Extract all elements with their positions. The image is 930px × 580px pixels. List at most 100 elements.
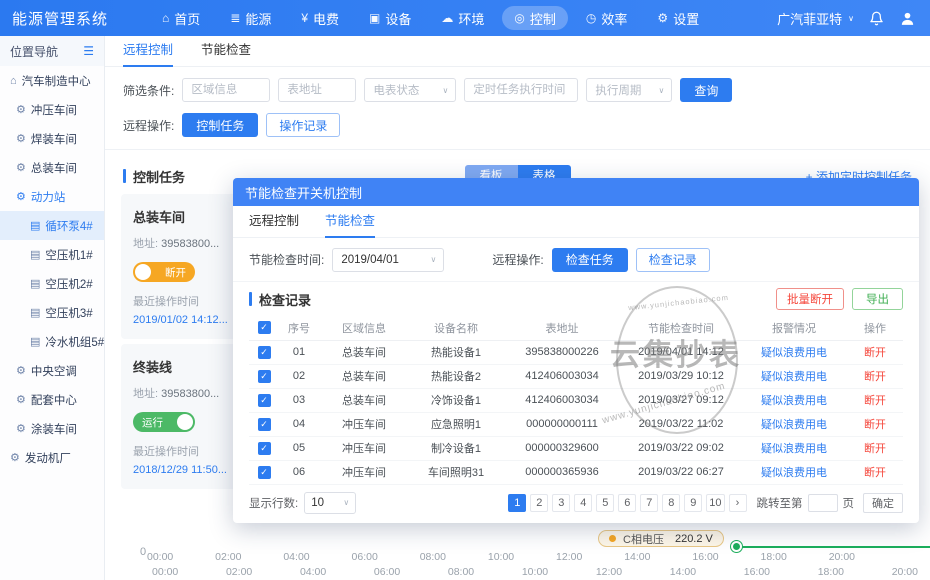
nav-energy[interactable]: ≣ 能源 — [218, 6, 283, 30]
meter-address-input[interactable] — [278, 78, 356, 102]
row-checkbox[interactable]: ✓ — [258, 346, 271, 359]
disconnect-action[interactable]: 断开 — [847, 388, 903, 412]
alarm-link[interactable]: 疑似浪费用电 — [741, 412, 847, 436]
disconnect-action[interactable]: 断开 — [847, 460, 903, 484]
page-button[interactable]: 4 — [574, 494, 592, 512]
select-all-checkbox[interactable]: ✓ — [258, 321, 271, 334]
modal-tab-remote-control[interactable]: 远程控制 — [249, 206, 299, 238]
cell-device: 车间照明31 — [409, 460, 503, 484]
page-button[interactable]: 10 — [706, 494, 724, 512]
sidebar-item-assembly[interactable]: ⚙ 总装车间 — [0, 153, 104, 182]
section-accent-bar — [249, 292, 252, 306]
control-task-button[interactable]: 控制任务 — [182, 113, 258, 137]
disconnect-action[interactable]: 断开 — [847, 436, 903, 460]
cell-region: 冲压车间 — [319, 460, 409, 484]
sidebar-item-compressor1[interactable]: ▤ 空压机1# — [0, 240, 104, 269]
sidebar-item-pump4[interactable]: ▤ 循环泵4# — [0, 211, 104, 240]
user-name: 广汽菲亚特 — [777, 9, 842, 28]
tab-energy-check[interactable]: 节能检查 — [201, 36, 251, 67]
exec-cycle-select[interactable]: 执行周期 ∨ — [586, 78, 672, 102]
next-page-icon[interactable]: › — [729, 494, 747, 512]
tab-remote-control[interactable]: 远程控制 — [123, 36, 173, 67]
row-checkbox[interactable]: ✓ — [258, 442, 271, 455]
sidebar-item-welding[interactable]: ⚙ 焊装车间 — [0, 124, 104, 153]
alarm-link[interactable]: 疑似浪费用电 — [741, 340, 847, 364]
modal-form-row: 节能检查时间: 2019/04/01 ∨ 远程操作: 检查任务 检查记录 — [233, 238, 919, 282]
region-input[interactable] — [182, 78, 270, 102]
alarm-link[interactable]: 疑似浪费用电 — [741, 436, 847, 460]
sidebar-item-compressor2[interactable]: ▤ 空压机2# — [0, 269, 104, 298]
energy-check-modal: 节能检查开关机控制 远程控制 节能检查 节能检查时间: 2019/04/01 ∨… — [233, 178, 919, 523]
disconnect-action[interactable]: 断开 — [847, 412, 903, 436]
row-checkbox[interactable]: ✓ — [258, 466, 271, 479]
nav-device[interactable]: ▣ 设备 — [357, 6, 423, 30]
meter-status-select[interactable]: 电表状态 ∨ — [364, 78, 456, 102]
sidebar-item-power-station[interactable]: ⚙ 动力站 — [0, 182, 104, 211]
col-header-meter-address: 表地址 — [503, 316, 621, 340]
sidebar-item-chiller5[interactable]: ▤ 冷水机组5# — [0, 327, 104, 356]
jump-page-input[interactable] — [808, 494, 838, 512]
power-toggle[interactable]: 断开 — [133, 262, 195, 282]
check-task-button[interactable]: 检查任务 — [552, 248, 628, 272]
notification-bell-icon[interactable] — [869, 11, 884, 26]
nav-electricity-fee[interactable]: ¥ 电费 — [289, 6, 351, 30]
row-checkbox[interactable]: ✓ — [258, 418, 271, 431]
alarm-link[interactable]: 疑似浪费用电 — [741, 364, 847, 388]
row-checkbox[interactable]: ✓ — [258, 394, 271, 407]
sidebar-item-central-ac[interactable]: ⚙ 中央空调 — [0, 356, 104, 385]
user-menu[interactable]: 广汽菲亚特 ∨ — [777, 9, 854, 28]
task-exec-time-input[interactable] — [464, 78, 578, 102]
sidebar-item-label: 冷水机组5# — [45, 334, 104, 350]
page-button[interactable]: 3 — [552, 494, 570, 512]
sidebar-item-engine-plant[interactable]: ⚙ 发动机厂 — [0, 443, 104, 472]
device-icon: ▣ — [369, 11, 380, 25]
page-button[interactable]: 2 — [530, 494, 548, 512]
menu-icon[interactable]: ☰ — [83, 44, 94, 58]
row-checkbox[interactable]: ✓ — [258, 370, 271, 383]
nav-environment[interactable]: ☁ 环境 — [429, 6, 496, 30]
operation-record-button[interactable]: 操作记录 — [266, 113, 340, 137]
disconnect-action[interactable]: 断开 — [847, 340, 903, 364]
x-axis-upper: 00:0002:0004:0006:0008:0010:0012:0014:00… — [147, 551, 855, 563]
topbar-right: 广汽菲亚特 ∨ — [777, 9, 930, 28]
page-button[interactable]: 9 — [684, 494, 702, 512]
modal-header[interactable]: 节能检查开关机控制 — [233, 178, 919, 206]
page-button[interactable]: 6 — [618, 494, 636, 512]
alarm-link[interactable]: 疑似浪费用电 — [741, 460, 847, 484]
chevron-down-icon: ∨ — [442, 86, 448, 95]
confirm-button[interactable]: 确定 — [863, 493, 903, 513]
page-button[interactable]: 5 — [596, 494, 614, 512]
nav-settings[interactable]: ⚙ 设置 — [645, 6, 711, 30]
export-button[interactable]: 导出 — [852, 288, 903, 310]
sidebar-item-painting[interactable]: ⚙ 涂装车间 — [0, 414, 104, 443]
alarm-link[interactable]: 疑似浪费用电 — [741, 388, 847, 412]
power-toggle[interactable]: 运行 — [133, 412, 195, 432]
nav-control[interactable]: ◎ 控制 — [502, 6, 568, 30]
rows-per-page-value: 10 — [311, 497, 324, 509]
nav-home[interactable]: ⌂ 首页 — [150, 6, 212, 30]
nav-home-label: 首页 — [174, 9, 200, 28]
rows-per-page-select[interactable]: 10 ∨ — [304, 492, 356, 514]
sidebar-item-label: 总装车间 — [31, 160, 77, 176]
nav-efficiency[interactable]: ◷ 效率 — [574, 6, 640, 30]
check-record-button[interactable]: 检查记录 — [636, 248, 710, 272]
search-button[interactable]: 查询 — [680, 78, 732, 102]
col-header-seq: 序号 — [279, 316, 319, 340]
page-button[interactable]: 8 — [662, 494, 680, 512]
check-date-select[interactable]: 2019/04/01 ∨ — [332, 248, 444, 272]
disconnect-action[interactable]: 断开 — [847, 364, 903, 388]
sidebar-item-support-center[interactable]: ⚙ 配套中心 — [0, 385, 104, 414]
check-time-label: 节能检查时间: — [249, 251, 324, 268]
cell-meter-address: 000000000111 — [503, 412, 621, 436]
batch-disconnect-button[interactable]: 批量断开 — [776, 288, 844, 310]
page-button[interactable]: 1 — [508, 494, 526, 512]
sidebar-item-auto-center[interactable]: ⌂ 汽车制造中心 — [0, 66, 104, 95]
sidebar-item-stamping[interactable]: ⚙ 冲压车间 — [0, 95, 104, 124]
modal-tab-energy-check[interactable]: 节能检查 — [325, 206, 375, 238]
workshop-icon: ⚙ — [10, 451, 20, 464]
user-avatar-icon[interactable] — [899, 10, 916, 27]
sidebar-item-compressor3[interactable]: ▤ 空压机3# — [0, 298, 104, 327]
page-button[interactable]: 7 — [640, 494, 658, 512]
cell-device: 制冷设备1 — [409, 436, 503, 460]
table-row: ✓ 06 冲压车间 车间照明31 000000365936 2019/03/22… — [249, 460, 903, 484]
